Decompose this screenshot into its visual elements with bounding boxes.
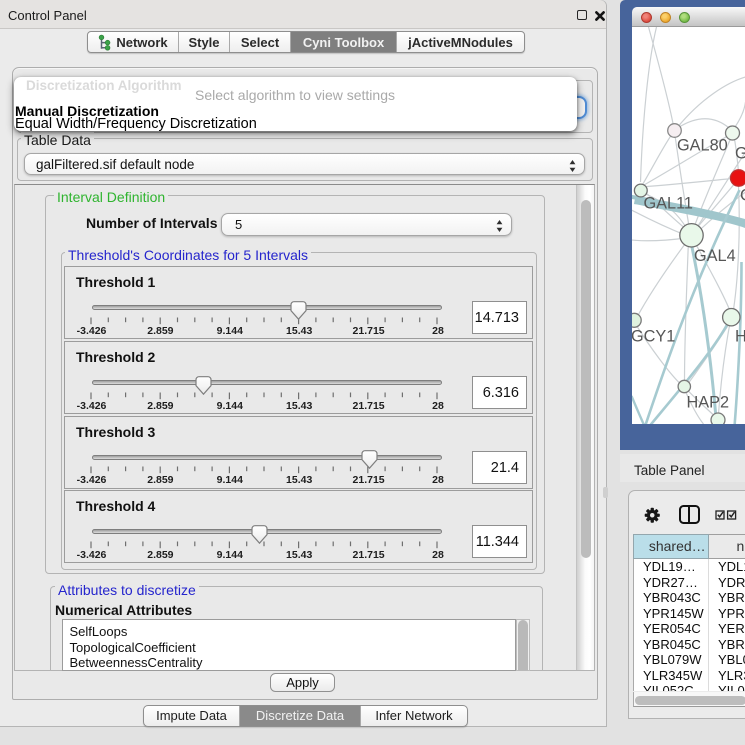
svg-text:GA: GA (735, 145, 745, 163)
svg-text:GAL11: GAL11 (643, 195, 692, 213)
svg-text:C: C (740, 187, 745, 205)
svg-text:GAL4: GAL4 (694, 247, 736, 265)
svg-text:H: H (735, 328, 745, 346)
svg-text:GAL80: GAL80 (677, 137, 728, 155)
svg-text:GCY1: GCY1 (632, 328, 675, 346)
svg-text:HAP2: HAP2 (686, 394, 729, 412)
